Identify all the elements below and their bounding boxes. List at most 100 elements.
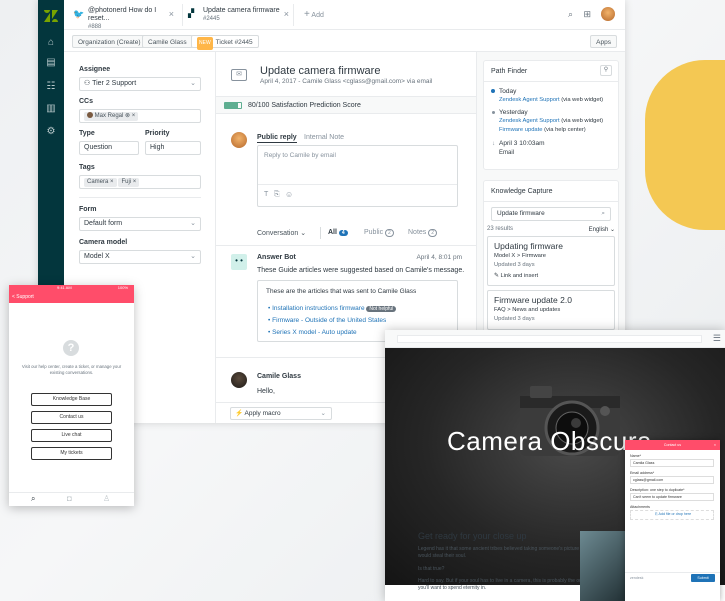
add-tab-label: Add [311, 12, 324, 19]
internal-note-tab[interactable]: Internal Note [304, 134, 344, 141]
add-tab-button[interactable]: + Add [298, 4, 348, 26]
my-tickets-button[interactable]: My tickets [31, 447, 112, 460]
tab-twitter-ticket[interactable]: 🐦 @photonerd How do I reset... #888 × [68, 4, 178, 30]
user-avatar[interactable] [601, 7, 615, 21]
public-reply-tab[interactable]: Public reply [257, 134, 297, 143]
submit-button[interactable]: Submit [691, 574, 715, 582]
address-bar[interactable] [397, 335, 702, 343]
form-select[interactable]: Default form ⌄ [79, 217, 201, 231]
views-icon[interactable]: ▤ [45, 58, 57, 68]
reporting-icon[interactable]: ▥ [45, 104, 57, 114]
ccs-field[interactable]: Max Regal ⊗ × [79, 109, 201, 123]
filter-all[interactable]: All 4 [328, 229, 348, 236]
help-message: Visit our help center, create a ticket, … [21, 364, 122, 375]
pin-icon[interactable]: ⚲ [600, 65, 612, 76]
profile-icon[interactable]: ♙ [103, 494, 110, 503]
timeline-entry[interactable]: Firmware update (via help center) [499, 127, 586, 133]
back-to-support[interactable]: < Support [12, 294, 34, 300]
assignee-value: Tier 2 Support [92, 80, 137, 87]
language-value: English [588, 227, 609, 233]
search-icon[interactable]: ⌕ [568, 9, 573, 20]
conversation-filter[interactable]: Conversation ⌄ [257, 229, 306, 237]
paragraph: Is that true? [418, 566, 445, 572]
live-chat-button[interactable]: Live chat [31, 429, 112, 442]
mobile-support-screen: 9:41 AM 100% < Support ? Visit our help c… [9, 285, 134, 506]
type-select[interactable]: Question [79, 141, 139, 155]
filter-public[interactable]: Public 2 [364, 229, 394, 237]
article-result-title: Firmware update 2.0 [494, 295, 572, 305]
assignee-select[interactable]: ⚇ Tier 2 Support ⌄ [79, 77, 201, 91]
ticket-breadcrumb-bar: Organization (Create) Camile Glass NEW Ti… [64, 30, 625, 52]
agent-avatar [231, 132, 247, 148]
article-link[interactable]: • Installation instructions firmware Not… [268, 305, 397, 312]
ticket-subject[interactable]: Update camera firmware [260, 65, 380, 77]
search-icon[interactable]: ⌕ [31, 494, 35, 504]
filter-notes-label: Notes [408, 229, 427, 236]
timeline-entry[interactable]: Zendesk Agent Support (via web widget) [499, 97, 603, 103]
link-and-insert-button[interactable]: ✎ Link and insert [494, 273, 538, 279]
organization-button[interactable]: Organization (Create) [72, 35, 147, 48]
article-result[interactable]: Firmware update 2.0 FAQ > News and updat… [487, 290, 615, 330]
attachment-dropzone-label: Add file or drop here [658, 512, 692, 516]
close-icon[interactable]: × [169, 10, 174, 19]
ticket-button[interactable]: NEW Ticket #2445 [191, 35, 259, 50]
mobile-header[interactable]: < Support [9, 291, 134, 303]
cc-chip[interactable]: Max Regal ⊗ × [84, 112, 139, 121]
apply-macro-label: Apply macro [244, 410, 281, 417]
status-battery: 100% [117, 285, 128, 290]
tab-subtitle: #2445 [203, 16, 220, 22]
menu-icon[interactable]: ☰ [713, 333, 721, 344]
customer-message: Hello, [257, 388, 275, 395]
tag-chip[interactable]: Camera × [84, 178, 117, 187]
close-icon[interactable]: × [284, 10, 289, 19]
apply-macro-select[interactable]: ⚡ Apply macro ⌄ [230, 407, 332, 420]
contact-us-button[interactable]: Contact us [31, 411, 112, 424]
status-time: 9:41 AM [57, 285, 72, 290]
email-label: Email address* [630, 471, 655, 475]
settings-gear-icon[interactable]: ⚙ [45, 127, 57, 137]
apps-button[interactable]: Apps [590, 35, 617, 48]
camera-icon[interactable]: ◘ [67, 494, 72, 503]
timeline-link[interactable]: Zendesk Agent Support [499, 97, 560, 103]
zendesk-logo-icon[interactable] [44, 10, 58, 22]
timeline-entry[interactable]: Zendesk Agent Support (via web widget) [499, 118, 603, 124]
home-icon[interactable]: ⌂ [45, 38, 57, 48]
tab-current-ticket[interactable]: ▞ Update camera firmware #2445 × [182, 4, 294, 26]
answer-bot-avatar: • • [231, 254, 247, 270]
chevron-down-icon: ⌄ [320, 410, 326, 417]
mobile-tab-bar: ⌕ ◘ ♙ [9, 492, 134, 506]
reply-editor[interactable]: Reply to Camile by email T ⎘ ☺ [257, 145, 458, 207]
name-field[interactable]: Camila Glass [630, 459, 714, 467]
close-icon[interactable]: × [714, 440, 716, 450]
attachment-icon[interactable]: ⎘ [274, 191, 280, 199]
filter-notes[interactable]: Notes 2 [408, 229, 438, 237]
timeline-link[interactable]: Zendesk Agent Support [499, 118, 560, 124]
knowledge-search-input[interactable]: Update firmware ⌕ [491, 207, 611, 221]
requester-button[interactable]: Camile Glass [142, 35, 193, 48]
article-title: Firmware - Outside of the United States [272, 317, 387, 324]
article-result[interactable]: Updating firmware Model X > Firmware Upd… [487, 236, 615, 286]
knowledge-base-button[interactable]: Knowledge Base [31, 393, 112, 406]
product-tray-icon[interactable]: ⊞ [583, 9, 591, 20]
paragraph: Hard to say. But if your soul has to liv… [418, 578, 585, 591]
timeline-date: Yesterday [499, 109, 528, 116]
paragraph: Legend has it that some ancient tribes b… [418, 546, 580, 559]
article-link[interactable]: • Firmware - Outside of the United State… [268, 317, 386, 324]
description-field[interactable]: Can't seem to update firmware [630, 493, 714, 501]
attachment-dropzone[interactable]: ⎘ Add file or drop here [630, 510, 714, 520]
language-select[interactable]: English ⌄ [589, 226, 615, 233]
tag-label: Camera [87, 179, 109, 185]
customers-icon[interactable]: ☷ [45, 82, 57, 92]
article-result-updated: Updated 3 days [494, 316, 535, 322]
reply-placeholder: Reply to Camile by email [264, 152, 336, 159]
email-field[interactable]: cglass@gmail.com [630, 476, 714, 484]
tag-chip[interactable]: Fuji × [118, 178, 140, 187]
satisfaction-score: 80/100 Satisfaction Prediction Score [248, 102, 361, 109]
tags-field[interactable]: Camera × Fuji × [79, 175, 201, 189]
camera-model-select[interactable]: Model X ⌄ [79, 250, 201, 264]
article-link[interactable]: • Series X model - Auto update [268, 329, 357, 336]
timeline-link[interactable]: Firmware update [499, 127, 543, 133]
emoji-icon[interactable]: ☺ [285, 190, 293, 199]
text-format-icon[interactable]: T [264, 191, 268, 198]
priority-select[interactable]: High [145, 141, 201, 155]
